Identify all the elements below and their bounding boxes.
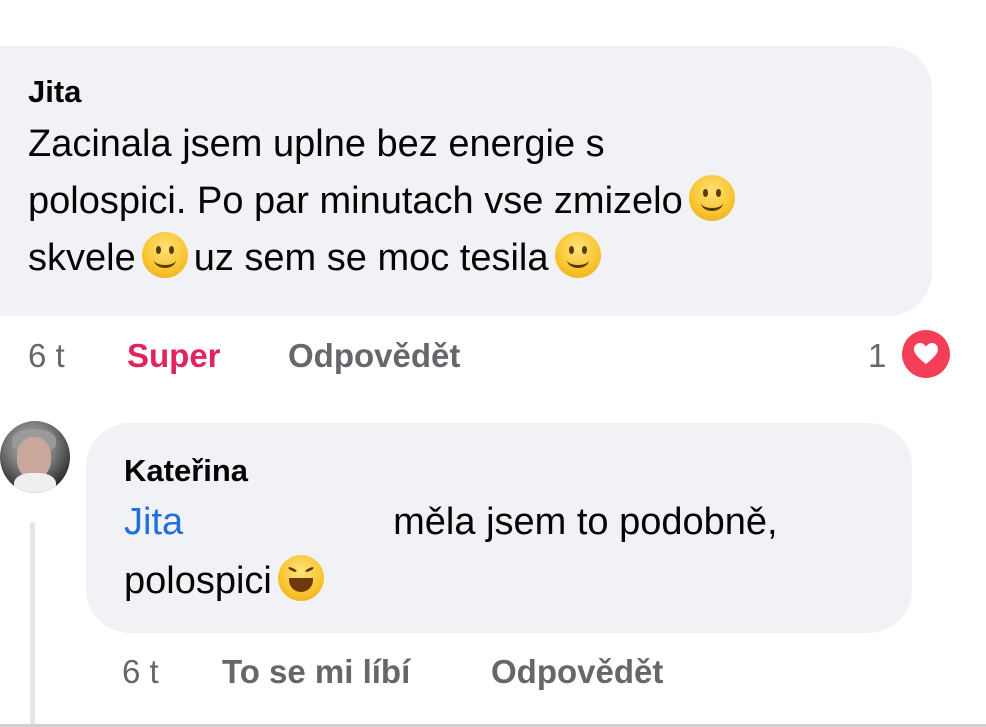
comment-timestamp[interactable]: 6 t	[28, 336, 65, 376]
comment-bubble-katerina[interactable]: Kateřina Jita měla jsem to podobně, polos…	[86, 423, 912, 633]
heart-reaction-icon[interactable]	[902, 330, 950, 378]
comment-text-line-1: Zacinala jsem uplne bez energie s	[28, 123, 605, 165]
super-reaction-button[interactable]: Super	[127, 336, 221, 376]
comment-text-line-1: Jita měla jsem to podobně,	[124, 493, 912, 552]
reply-button[interactable]: Odpovědět	[288, 336, 460, 376]
comment-text-line-3b: uz sem se moc tesila	[193, 237, 549, 279]
smile-emoji-icon	[554, 232, 601, 278]
comment-text-line-1-text: měla jsem to podobně,	[393, 501, 778, 543]
smile-emoji-icon	[141, 232, 188, 278]
comment-author[interactable]: Kateřina	[124, 453, 912, 489]
comment-timestamp[interactable]: 6 t	[122, 652, 159, 692]
smile-emoji-icon	[688, 175, 735, 221]
comment-text-line-3a: skvele	[28, 237, 136, 279]
comment-text-line-2-text: polospici. Po par minutach vse zmizelo	[28, 180, 683, 222]
comment-text-line-2-text: polospici	[124, 560, 272, 602]
laughing-emoji-icon	[277, 555, 324, 601]
avatar[interactable]	[0, 421, 70, 493]
like-button[interactable]: To se mi líbí	[222, 652, 410, 692]
comment-bubble-jita[interactable]: Jita Zacinala jsem uplne bez energie s p…	[0, 46, 932, 316]
comment-text: Jita měla jsem to podobně, polospici	[124, 493, 912, 611]
comment-text-line-2: polospici	[124, 552, 912, 611]
reply-button[interactable]: Odpovědět	[491, 652, 663, 692]
reaction-count[interactable]: 1	[868, 336, 886, 376]
comment-text: Zacinala jsem uplne bez energie s polosp…	[28, 116, 932, 287]
thread-line	[30, 522, 35, 727]
mention-link[interactable]: Jita	[124, 501, 183, 543]
comment-text-line-3: skvele uz sem se moc tesila	[28, 230, 932, 287]
comment-text-line-2: polospici. Po par minutach vse zmizelo	[28, 173, 932, 230]
comment-author[interactable]: Jita	[28, 74, 932, 110]
